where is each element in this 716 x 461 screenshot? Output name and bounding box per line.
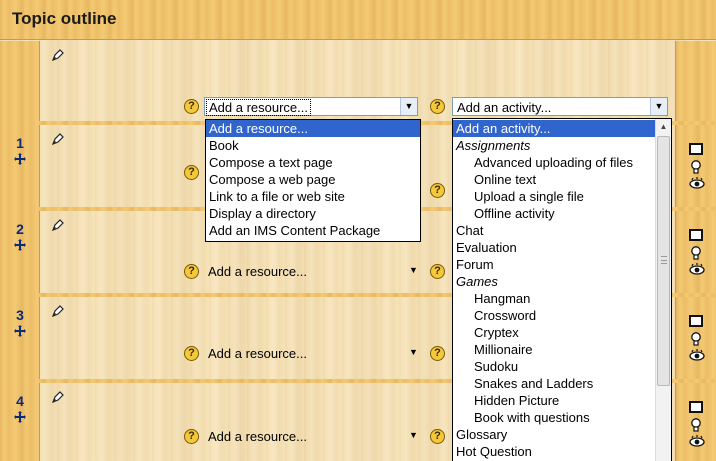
resource-option[interactable]: Add a resource...	[206, 120, 420, 137]
help-icon[interactable]: ?	[430, 99, 445, 114]
help-icon[interactable]: ?	[430, 183, 445, 198]
resource-option[interactable]: Link to a file or web site	[206, 188, 420, 205]
add-resource-select-section-2[interactable]: Add a resource... ▼	[204, 262, 422, 281]
activity-options: Add an activity... Assignments Advanced up…	[453, 120, 655, 460]
activity-option[interactable]: Hangman	[453, 290, 655, 307]
activity-option[interactable]: Hidden Picture	[453, 392, 655, 409]
section-left-cell: 1	[0, 125, 40, 207]
eye-icon[interactable]	[689, 177, 705, 189]
help-icon[interactable]: ?	[184, 429, 199, 444]
pencil-icon[interactable]	[52, 305, 64, 317]
help-icon[interactable]: ?	[184, 99, 199, 114]
move-arrows-icon[interactable]	[14, 411, 26, 423]
chevron-down-icon[interactable]: ▼	[405, 262, 422, 279]
section-left-cell: 2	[0, 211, 40, 293]
chevron-down-icon[interactable]: ▼	[650, 98, 667, 115]
activity-option[interactable]: Hot Question	[453, 443, 655, 460]
dropdown-scrollbar[interactable]: ▲	[655, 119, 671, 461]
section-number: 1	[16, 135, 24, 151]
chevron-down-icon[interactable]: ▼	[405, 344, 422, 361]
eye-icon[interactable]	[689, 435, 705, 447]
lightbulb-icon[interactable]	[689, 160, 703, 174]
add-activity-select-value: Add an activity...	[457, 100, 552, 115]
highlight-box-icon[interactable]	[689, 143, 703, 155]
lightbulb-icon[interactable]	[689, 246, 703, 260]
add-resource-select-section-3[interactable]: Add a resource... ▼	[204, 344, 422, 363]
resource-option[interactable]: Add an IMS Content Package	[206, 222, 420, 239]
section-number: 2	[16, 221, 24, 237]
activity-dropdown-list[interactable]: Add an activity... Assignments Advanced up…	[452, 118, 672, 461]
section-right-cell	[675, 125, 716, 207]
activity-option[interactable]: Sudoku	[453, 358, 655, 375]
eye-icon[interactable]	[689, 349, 705, 361]
section-left-cell: 3	[0, 297, 40, 379]
page-title: Topic outline	[12, 9, 117, 28]
section-right-cell	[675, 297, 716, 379]
lightbulb-icon[interactable]	[689, 332, 703, 346]
section-left-cell	[0, 41, 40, 121]
help-icon[interactable]: ?	[430, 264, 445, 279]
pencil-icon[interactable]	[52, 391, 64, 403]
activity-option-group: Assignments	[456, 138, 531, 153]
section-right-cell	[675, 211, 716, 293]
scrollbar-thumb[interactable]	[657, 136, 670, 386]
section-right-cell	[675, 383, 716, 461]
highlight-box-icon[interactable]	[689, 315, 703, 327]
activity-option[interactable]: Chat	[453, 222, 655, 239]
activity-option[interactable]: Advanced uploading of files	[453, 154, 655, 171]
section-0: ? Add a resource... ▼ ? Add an activity.…	[0, 41, 716, 121]
section-right-cell	[675, 41, 716, 121]
help-icon[interactable]: ?	[184, 346, 199, 361]
add-resource-select-section-0[interactable]: Add a resource... ▼	[204, 97, 418, 116]
pencil-icon[interactable]	[52, 219, 64, 231]
highlight-box-icon[interactable]	[689, 229, 703, 241]
add-resource-select-value: Add a resource...	[208, 264, 307, 279]
resource-option[interactable]: Compose a web page	[206, 171, 420, 188]
activity-option-group: Games	[456, 274, 498, 289]
resource-option[interactable]: Display a directory	[206, 205, 420, 222]
resource-dropdown-list[interactable]: Add a resource... Book Compose a text page…	[205, 119, 421, 242]
activity-option[interactable]: Crossword	[453, 307, 655, 324]
activity-option[interactable]: Forum	[453, 256, 655, 273]
add-resource-select-value: Add a resource...	[206, 99, 311, 116]
activity-option[interactable]: Upload a single file	[453, 188, 655, 205]
activity-option[interactable]: Online text	[453, 171, 655, 188]
move-arrows-icon[interactable]	[14, 239, 26, 251]
help-icon[interactable]: ?	[184, 165, 199, 180]
resource-option[interactable]: Book	[206, 137, 420, 154]
move-arrows-icon[interactable]	[14, 153, 26, 165]
add-activity-select-section-0[interactable]: Add an activity... ▼	[452, 97, 668, 116]
grip-icon	[661, 256, 667, 264]
activity-option[interactable]: Offline activity	[453, 205, 655, 222]
section-number: 3	[16, 307, 24, 323]
eye-icon[interactable]	[689, 263, 705, 275]
activity-option[interactable]: Evaluation	[453, 239, 655, 256]
pencil-icon[interactable]	[52, 133, 64, 145]
resource-option[interactable]: Compose a text page	[206, 154, 420, 171]
section-left-cell: 4	[0, 383, 40, 461]
activity-option[interactable]: Add an activity...	[453, 120, 655, 137]
activity-option[interactable]: Cryptex	[453, 324, 655, 341]
activity-option[interactable]: Book with questions	[453, 409, 655, 426]
activity-option[interactable]: Snakes and Ladders	[453, 375, 655, 392]
move-arrows-icon[interactable]	[14, 325, 26, 337]
help-icon[interactable]: ?	[430, 346, 445, 361]
add-resource-select-section-4[interactable]: Add a resource... ▼	[204, 427, 422, 446]
pencil-icon[interactable]	[52, 49, 64, 61]
activity-option[interactable]: Glossary	[453, 426, 655, 443]
highlight-box-icon[interactable]	[689, 401, 703, 413]
scroll-up-arrow-icon[interactable]: ▲	[656, 119, 671, 135]
activity-option[interactable]: Millionaire	[453, 341, 655, 358]
help-icon[interactable]: ?	[184, 264, 199, 279]
chevron-down-icon[interactable]: ▼	[405, 427, 422, 444]
add-resource-select-value: Add a resource...	[208, 429, 307, 444]
help-icon[interactable]: ?	[430, 429, 445, 444]
chevron-down-icon[interactable]: ▼	[400, 98, 417, 115]
add-resource-select-value: Add a resource...	[208, 346, 307, 361]
lightbulb-icon[interactable]	[689, 418, 703, 432]
section-number: 4	[16, 393, 24, 409]
topic-outline-header: Topic outline	[0, 0, 716, 40]
